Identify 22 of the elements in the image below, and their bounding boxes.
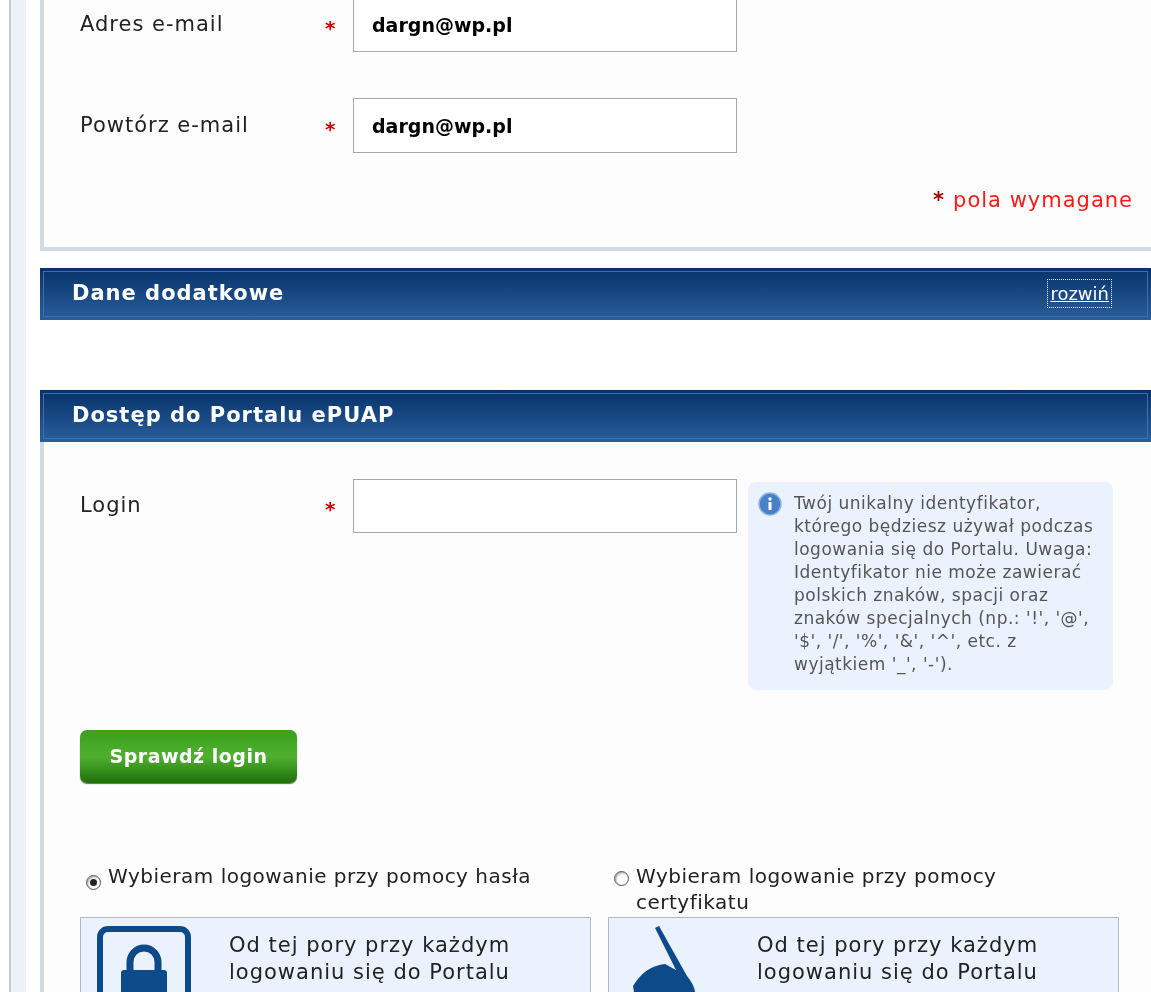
expand-link[interactable]: rozwiń [1048,280,1111,307]
login-option-label[interactable]: Wybieram logowanie przy pomocy hasła [108,862,532,889]
section-title: Dostęp do Portalu ePUAP [72,401,395,429]
option-description: Od tej pory przy każdym logowaniu się do Portalu [757,931,1040,986]
login-option-label[interactable]: Wybieram logowanie przy pomocy certyfikatu [636,862,1078,915]
padlock-icon [97,925,191,992]
radio-button[interactable] [86,874,101,890]
field-label: Powtórz e-mail [80,111,250,139]
email-field[interactable]: dargn@wp.pl [353,0,737,52]
login-field[interactable] [353,478,737,533]
required-asterisk: * [325,115,337,143]
hint-text: Twój unikalny identyfikator, którego będziesz używał podczas logowania się do Portalu. Uwaga: Identyfikator nie może zawierać polskich znaków, spacji oraz znaków specjalnych (np.: '!', '@', '$', '/', '%', '&', '^', etc. z wyjątkiem '_', '-'). [794,491,1094,676]
info-icon [758,491,782,516]
required-asterisk: * [325,495,337,523]
field-label: Adres e-mail [80,10,225,38]
radio-button[interactable] [614,870,629,886]
field-label: Login [80,491,143,519]
option-description: Od tej pory przy każdym logowaniu się do Portalu [229,931,512,986]
email-field[interactable]: dargn@wp.pl [353,98,737,153]
required-fields-note: * pola wymagane [933,187,1133,214]
section-title: Dane dodatkowe [72,279,285,307]
required-asterisk: * [325,14,337,42]
